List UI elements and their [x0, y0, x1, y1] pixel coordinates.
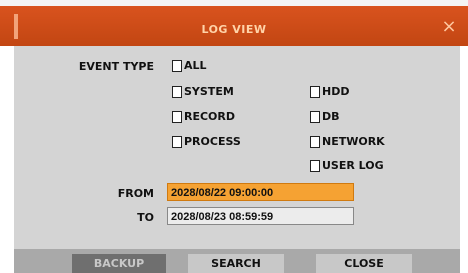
checkbox-icon[interactable] — [310, 160, 320, 172]
search-button[interactable]: SEARCH — [188, 254, 284, 273]
backup-button[interactable]: BACKUP — [72, 254, 166, 273]
checkbox-icon[interactable] — [310, 111, 320, 123]
checkbox-network-label: NETWORK — [322, 135, 385, 148]
checkbox-icon[interactable] — [310, 136, 320, 148]
to-datetime-field[interactable]: 2028/08/23 08:59:59 — [167, 207, 354, 225]
checkbox-hdd[interactable]: HDD — [310, 85, 349, 99]
title-bar: LOG VIEW × — [0, 0, 468, 46]
from-label: FROM — [117, 187, 154, 200]
checkbox-all[interactable]: ALL — [172, 59, 207, 73]
checkbox-icon[interactable] — [172, 136, 182, 148]
checkbox-icon[interactable] — [172, 86, 182, 98]
checkbox-db[interactable]: DB — [310, 110, 340, 124]
dialog-title: LOG VIEW — [201, 23, 267, 36]
close-button[interactable]: CLOSE — [316, 254, 412, 273]
checkbox-icon[interactable] — [172, 60, 182, 72]
checkbox-process-label: PROCESS — [184, 135, 241, 148]
checkbox-user-log-label: USER LOG — [322, 159, 384, 172]
checkbox-icon[interactable] — [172, 111, 182, 123]
event-type-label: EVENT TYPE — [78, 60, 154, 73]
from-datetime-field[interactable]: 2028/08/22 09:00:00 — [167, 183, 354, 201]
right-margin — [460, 46, 468, 273]
checkbox-user-log[interactable]: USER LOG — [310, 159, 384, 173]
checkbox-process[interactable]: PROCESS — [172, 135, 241, 149]
checkbox-db-label: DB — [322, 110, 340, 123]
checkbox-record-label: RECORD — [184, 110, 236, 123]
close-icon[interactable]: × — [439, 14, 459, 40]
checkbox-record[interactable]: RECORD — [172, 110, 235, 124]
checkbox-system-label: SYSTEM — [184, 85, 234, 98]
checkbox-hdd-label: HDD — [322, 85, 350, 98]
to-label: TO — [137, 211, 154, 224]
checkbox-all-label: ALL — [184, 59, 207, 72]
checkbox-network[interactable]: NETWORK — [310, 135, 385, 149]
checkbox-system[interactable]: SYSTEM — [172, 85, 234, 99]
checkbox-icon[interactable] — [310, 86, 320, 98]
